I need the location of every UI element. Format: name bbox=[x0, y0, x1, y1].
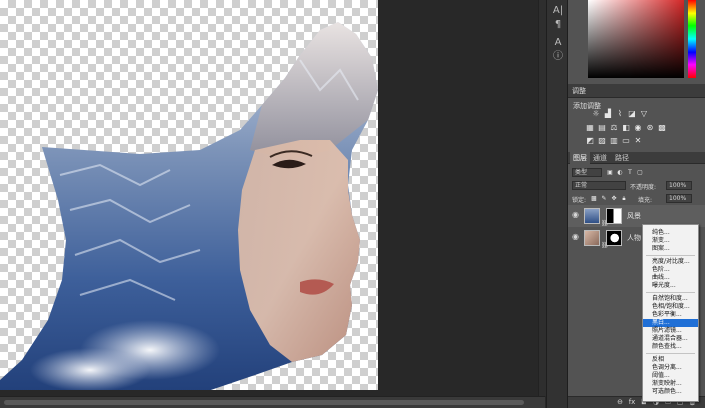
posterize-icon[interactable]: ▨ bbox=[598, 137, 606, 145]
vibrance-icon[interactable]: ▦ bbox=[586, 124, 594, 132]
fill-value: 100% bbox=[669, 195, 687, 202]
blend-mode-select[interactable]: 正常 bbox=[572, 181, 626, 190]
adjustments-title: 调整 bbox=[572, 87, 586, 95]
link-icon[interactable]: ⊖ bbox=[616, 398, 624, 407]
menu-item[interactable]: 色阶... bbox=[643, 266, 698, 274]
menu-item[interactable]: 可选颜色... bbox=[643, 388, 698, 396]
menu-item[interactable]: 图案... bbox=[643, 245, 698, 253]
menu-item[interactable]: 自然饱和度... bbox=[643, 295, 698, 303]
tab-layers[interactable]: 图层 bbox=[570, 152, 590, 164]
menu-item[interactable]: 曝光度... bbox=[643, 282, 698, 290]
document-canvas[interactable] bbox=[0, 0, 378, 390]
fill-label: 填充: bbox=[638, 197, 653, 204]
menu-item[interactable]: 反相 bbox=[643, 356, 698, 364]
menu-separator bbox=[646, 255, 695, 256]
menu-item[interactable]: 曲线... bbox=[643, 274, 698, 282]
horizontal-scrollbar[interactable] bbox=[0, 396, 545, 408]
filter-shape-icon[interactable]: ▢ bbox=[636, 169, 644, 177]
exposure-icon[interactable]: ◪ bbox=[628, 110, 636, 118]
lock-move-icon[interactable]: ✥ bbox=[610, 195, 618, 203]
menu-item[interactable]: 色相/饱和度... bbox=[643, 303, 698, 311]
menu-separator bbox=[646, 292, 695, 293]
menu-item[interactable]: 渐变映射... bbox=[643, 380, 698, 388]
color-picker-field[interactable] bbox=[588, 0, 684, 78]
panel-icon-strip: A| ¶ A ⓘ bbox=[546, 0, 568, 408]
triangle-icon[interactable]: ▽ bbox=[640, 110, 648, 118]
eye-icon[interactable]: ◉ bbox=[572, 210, 582, 220]
menu-item[interactable]: 色调分离... bbox=[643, 364, 698, 372]
curves-icon[interactable]: ⌇ bbox=[616, 110, 624, 118]
pasteboard bbox=[378, 0, 540, 398]
photoshop-window: A| ¶ A ⓘ 调整 添加调整 ☼ ▟ ⌇ ◪ ▽ ▦ ▤ ⚖ ◧ ◉ ⊛ ▩… bbox=[0, 0, 705, 408]
menu-separator bbox=[646, 353, 695, 354]
menu-item-selected[interactable]: 黑白... bbox=[643, 319, 698, 327]
double-exposure-artwork bbox=[0, 22, 378, 390]
paragraph-icon[interactable]: ¶ bbox=[550, 18, 566, 32]
balance-icon[interactable]: ⚖ bbox=[610, 124, 618, 132]
levels-icon[interactable]: ▟ bbox=[604, 110, 612, 118]
fill-input[interactable]: 100% bbox=[666, 194, 692, 203]
hue-sat-icon[interactable]: ▤ bbox=[598, 124, 606, 132]
hue-slider[interactable] bbox=[688, 0, 696, 78]
filter-type-icon[interactable]: T bbox=[626, 169, 634, 177]
blend-mode-value: 正常 bbox=[575, 182, 588, 189]
brightness-icon[interactable]: ☼ bbox=[592, 110, 600, 118]
layer-thumbnail bbox=[584, 208, 600, 224]
opacity-value: 100% bbox=[669, 182, 687, 189]
menu-item[interactable]: 阈值... bbox=[643, 372, 698, 380]
fx-icon[interactable]: fx bbox=[628, 398, 636, 407]
lock-brush-icon[interactable]: ✎ bbox=[600, 195, 608, 203]
menu-item[interactable]: 色彩平衡... bbox=[643, 311, 698, 319]
menu-item[interactable]: 亮度/对比度... bbox=[643, 258, 698, 266]
info-icon[interactable]: ⓘ bbox=[550, 50, 566, 64]
adjustment-layer-menu: 纯色... 渐变... 图案... 亮度/对比度... 色阶... 曲线... … bbox=[642, 224, 699, 402]
opacity-input[interactable]: 100% bbox=[666, 181, 692, 190]
layer-name: 人物 bbox=[627, 234, 641, 242]
opacity-label: 不透明度: bbox=[630, 184, 657, 191]
menu-item[interactable]: 渐变... bbox=[643, 237, 698, 245]
channel-mixer-icon[interactable]: ⊛ bbox=[646, 124, 654, 132]
mountain-peak bbox=[250, 22, 378, 160]
adjustments-panel-header[interactable]: 调整 bbox=[568, 84, 705, 98]
lock-label: 锁定: bbox=[572, 197, 587, 204]
lookup-icon[interactable]: ▩ bbox=[658, 124, 666, 132]
kind-filter-value: 类型 bbox=[575, 169, 588, 176]
gradient-map-icon[interactable]: ▭ bbox=[622, 137, 630, 145]
menu-item[interactable]: 颜色查找... bbox=[643, 343, 698, 351]
eye-icon[interactable]: ◉ bbox=[572, 232, 582, 242]
tab-paths[interactable]: 路径 bbox=[612, 152, 632, 164]
layer-thumbnail bbox=[584, 230, 600, 246]
photo-filter-icon[interactable]: ◉ bbox=[634, 124, 642, 132]
invert-icon[interactable]: ◩ bbox=[586, 137, 594, 145]
bw-icon[interactable]: ◧ bbox=[622, 124, 630, 132]
layer-mask-thumbnail[interactable] bbox=[606, 230, 622, 246]
menu-item[interactable]: 通道混合器... bbox=[643, 335, 698, 343]
menu-item[interactable]: 照片滤镜... bbox=[643, 327, 698, 335]
selective-color-icon[interactable]: ✕ bbox=[634, 137, 642, 145]
kind-filter-select[interactable]: 类型 bbox=[572, 168, 602, 177]
layer-name: 风景 bbox=[627, 212, 641, 220]
vertical-scrollbar[interactable] bbox=[538, 0, 546, 396]
type-tool-icon[interactable]: A| bbox=[550, 4, 566, 18]
threshold-icon[interactable]: ▥ bbox=[610, 137, 618, 145]
scroll-thumb[interactable] bbox=[4, 400, 524, 405]
filter-pixel-icon[interactable]: ▣ bbox=[606, 169, 614, 177]
layer-mask-thumbnail[interactable] bbox=[606, 208, 622, 224]
lock-transparent-icon[interactable]: ▩ bbox=[590, 195, 598, 203]
filter-adjust-icon[interactable]: ◐ bbox=[616, 169, 624, 177]
character-icon[interactable]: A bbox=[550, 36, 566, 50]
tab-channels[interactable]: 通道 bbox=[590, 152, 610, 164]
menu-item[interactable]: 纯色... bbox=[643, 229, 698, 237]
lock-all-icon[interactable]: 🔒︎ bbox=[620, 195, 628, 203]
